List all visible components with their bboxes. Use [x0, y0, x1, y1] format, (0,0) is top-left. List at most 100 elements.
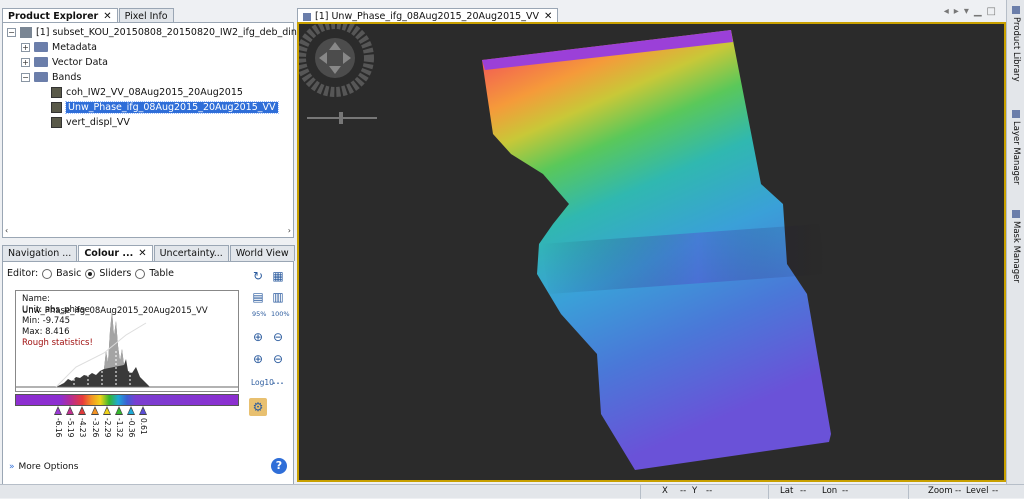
collapse-icon[interactable]: − — [21, 72, 30, 82]
slider-handle[interactable] — [115, 406, 123, 415]
maximize-icon[interactable]: □ — [987, 6, 996, 17]
tab-product-library[interactable]: Product Library — [1009, 6, 1023, 82]
tab-label: [1] Unw_Phase_ifg_08Aug2015_20Aug2015_VV — [315, 11, 539, 22]
rough-statistics-warning: Rough statistics! — [22, 338, 93, 348]
zoom-in-horizontal-icon[interactable]: ⊕ — [249, 328, 267, 346]
histogram-highlight — [104, 311, 124, 369]
zoom-out-vertical-icon[interactable]: ⊖ — [269, 350, 287, 368]
status-bar: X -- Y -- Lat -- Lon -- Zoom -- Level -- — [0, 484, 1024, 499]
zoom-in-vertical-icon[interactable]: ⊕ — [249, 350, 267, 368]
tree-item-band[interactable]: coh_IW2_VV_08Aug2015_20Aug2015 — [51, 85, 243, 99]
status-level-label: Level — [966, 486, 989, 496]
slider-tick-label: -1.32 — [115, 418, 124, 438]
zoom-out-horizontal-icon[interactable]: ⊖ — [269, 328, 287, 346]
close-icon[interactable]: ✕ — [544, 11, 552, 22]
raster-canvas[interactable] — [299, 24, 1004, 480]
tab-label: World View — [235, 248, 289, 259]
tree-item-metadata[interactable]: + Metadata — [21, 40, 97, 54]
expand-icon[interactable]: + — [21, 42, 30, 52]
tree-item-vector-data[interactable]: + Vector Data — [21, 55, 108, 69]
tab-world-view[interactable]: World View — [229, 245, 295, 261]
tree-item-band[interactable]: vert_displ_VV — [51, 115, 130, 129]
status-separator — [768, 485, 769, 499]
band-icon — [51, 101, 62, 113]
band-icon — [51, 86, 62, 98]
prev-view-icon[interactable]: ◂ — [944, 6, 949, 17]
editor-label: Editor: — [7, 268, 39, 279]
tree-item-band-selected[interactable]: Unw_Phase_ifg_08Aug2015_20Aug2015_VV — [51, 100, 279, 114]
slider-tick-label: -5.19 — [66, 418, 76, 438]
status-separator — [640, 485, 641, 499]
tree-item-bands[interactable]: − Bands — [21, 70, 81, 84]
slider-tick-label: -3.26 — [90, 418, 100, 438]
tab-layer-manager[interactable]: Layer Manager — [1009, 110, 1023, 185]
close-icon[interactable]: ✕ — [103, 11, 111, 22]
folder-label: Vector Data — [52, 56, 108, 68]
tab-label: Colour ... — [84, 248, 134, 259]
more-options-icon[interactable]: ⚙ — [249, 398, 267, 416]
horizontal-scrollbar[interactable]: ‹ › — [5, 225, 291, 235]
slider-handle[interactable] — [127, 406, 136, 415]
multi-assign-icon[interactable]: ▦ — [269, 267, 287, 285]
scroll-right-icon[interactable]: › — [288, 226, 291, 235]
tab-mask-manager[interactable]: Mask Manager — [1009, 210, 1023, 283]
colour-manipulation-panel: Editor: Basic Sliders Table Name: Unw_Ph… — [2, 261, 294, 495]
more-options[interactable]: » More Options — [9, 462, 78, 472]
navigation-control[interactable] — [299, 24, 374, 97]
status-lat-value: -- — [800, 486, 807, 496]
slider-tick-label: -4.23 — [78, 418, 88, 438]
folder-label: Bands — [52, 71, 82, 83]
folder-open-icon — [34, 72, 48, 82]
tab-colour-manipulation[interactable]: Colour ... ✕ — [78, 245, 153, 261]
import-icon[interactable]: ▤ — [249, 288, 267, 306]
more-options-label: More Options — [18, 462, 79, 472]
radio-table[interactable] — [135, 268, 146, 279]
band-label: coh_IW2_VV_08Aug2015_20Aug2015 — [66, 86, 243, 98]
tab-label: Navigation ... — [8, 248, 72, 259]
product-library-icon — [1012, 6, 1020, 14]
zoom-100-button[interactable]: 100% — [271, 310, 290, 318]
distribute-icon[interactable]: ⋯ — [269, 374, 287, 392]
next-view-icon[interactable]: ▸ — [954, 6, 959, 17]
export-icon[interactable]: ▥ — [269, 288, 287, 306]
tab-navigation[interactable]: Navigation ... — [2, 245, 78, 261]
status-lon-value: -- — [842, 486, 849, 496]
zoom-95-button[interactable]: 95% — [252, 310, 266, 318]
slider-handle[interactable] — [139, 406, 148, 415]
radio-sliders[interactable] — [85, 268, 96, 279]
image-view[interactable] — [297, 22, 1006, 482]
status-y-label: Y — [692, 486, 698, 496]
tab-uncertainty[interactable]: Uncertainty... — [153, 245, 229, 261]
expand-icon[interactable]: + — [21, 57, 30, 67]
radio-basic[interactable] — [42, 268, 53, 279]
view-menu-icon[interactable]: ▾ — [964, 6, 969, 17]
reset-icon[interactable]: ↻ — [249, 267, 267, 285]
slider-handle[interactable] — [66, 406, 75, 415]
status-y-value: -- — [706, 486, 713, 496]
radio-label: Basic — [56, 268, 82, 279]
collapse-icon[interactable]: − — [7, 27, 16, 37]
slider-tick-label: 0.61 — [139, 418, 149, 435]
minimize-icon[interactable]: ▁ — [974, 6, 982, 17]
zoom-slider[interactable] — [307, 112, 377, 124]
help-icon[interactable]: ? — [271, 458, 287, 474]
product-icon — [20, 26, 32, 38]
tab-label: Product Explorer — [8, 11, 99, 22]
tab-label: Product Library — [1011, 17, 1021, 82]
status-lat-label: Lat — [780, 486, 794, 496]
band-max: Max: 8.416 — [22, 327, 70, 337]
scroll-left-icon[interactable]: ‹ — [5, 226, 8, 235]
tab-label: Pixel Info — [124, 11, 168, 22]
slider-handle[interactable] — [54, 406, 62, 415]
close-icon[interactable]: ✕ — [138, 248, 146, 259]
product-tree: − [1] subset_KOU_20150808_20150820_IW2_i… — [2, 22, 344, 238]
slider-tick-label: -2.29 — [102, 418, 112, 438]
tool-tabbar: Navigation ... Colour ... ✕ Uncertainty.… — [2, 243, 296, 261]
slider-handle[interactable] — [78, 406, 87, 415]
slider-handle[interactable] — [102, 406, 111, 415]
tree-item-product[interactable]: − [1] subset_KOU_20150808_20150820_IW2_i… — [7, 25, 344, 39]
tab-label: Mask Manager — [1011, 221, 1021, 283]
slider-handle[interactable] — [90, 406, 99, 415]
band-label: vert_displ_VV — [66, 116, 130, 128]
layer-manager-icon — [1012, 110, 1020, 118]
